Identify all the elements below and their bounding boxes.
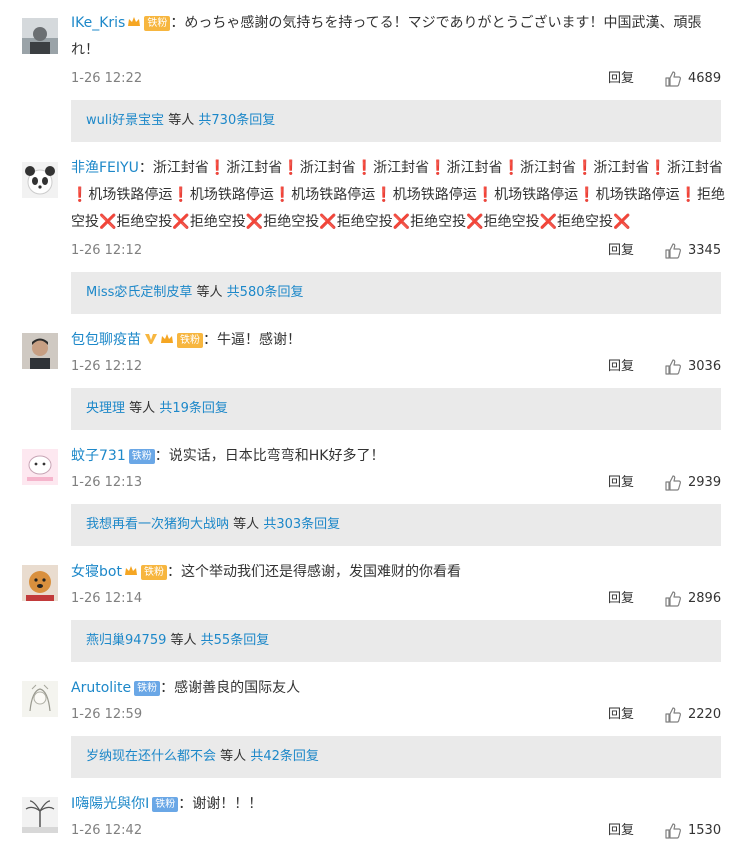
user-avatar[interactable]: [22, 681, 58, 717]
reply-button[interactable]: 回复: [608, 359, 634, 375]
comment-content: 谢谢！！！: [192, 796, 263, 812]
like-count: 2896: [688, 591, 722, 606]
user-avatar[interactable]: [22, 162, 58, 198]
cartoon-avatar-icon: [22, 449, 58, 485]
comment-text-block: 包包聊疫苗 铁粉 ：牛逼！感谢！: [71, 332, 301, 348]
user-avatar[interactable]: [22, 333, 58, 369]
reply-username[interactable]: Miss宓氏定制皮草: [86, 285, 192, 300]
comment-content: 感谢善良的国际友人: [174, 680, 301, 696]
reply-summary: 燕归巢94759 等人 共55条回复: [71, 620, 721, 662]
reply-button[interactable]: 回复: [608, 475, 634, 491]
like-count: 3036: [688, 359, 722, 374]
like-button[interactable]: 1530: [664, 822, 721, 840]
thumbs-up-icon: [664, 474, 682, 492]
username-link[interactable]: 非渔FEIYU: [71, 160, 139, 176]
reply-button[interactable]: 回复: [608, 591, 634, 607]
reply-button[interactable]: 回复: [608, 707, 634, 723]
tiefen-badge: 铁粉: [144, 16, 171, 31]
like-button[interactable]: 3036: [664, 358, 721, 376]
comment-text-block: 蚊子731 铁粉 ：说实话，日本比弯弯和HK好多了！: [71, 448, 385, 464]
tiefen-badge: 铁粉: [140, 565, 167, 580]
comment-time: 1-26 12:42: [71, 823, 143, 838]
thumbs-up-icon: [664, 590, 682, 608]
reply-summary: Miss宓氏定制皮草 等人 共580条回复: [71, 272, 721, 314]
like-button[interactable]: 2896: [664, 590, 721, 608]
comment-content: 这个举动我们还是得感谢，发国难财的你看看: [180, 564, 461, 580]
reply-username[interactable]: 岁纳现在还什么都不会: [86, 749, 216, 764]
crown-icon: [127, 15, 141, 29]
comment-time: 1-26 12:14: [71, 591, 143, 606]
reply-summary: 我想再看一次猪狗大战呐 等人 共303条回复: [71, 504, 721, 546]
thumbs-up-icon: [664, 242, 682, 260]
user-avatar[interactable]: [22, 449, 58, 485]
reply-button[interactable]: 回复: [608, 71, 634, 87]
reply-summary: wuli好景宝宝 等人 共730条回复: [71, 100, 721, 142]
comment-content: 牛逼！感谢！: [217, 332, 301, 348]
reply-button[interactable]: 回复: [608, 243, 634, 259]
username-link[interactable]: 包包聊疫苗: [71, 332, 141, 348]
tiefen-badge: 铁粉: [134, 681, 161, 696]
like-button[interactable]: 3345: [664, 242, 721, 260]
username-link[interactable]: 蚊子731: [71, 448, 126, 464]
tiefen-badge: 铁粉: [152, 797, 179, 812]
like-count: 1530: [688, 823, 722, 838]
reply-count-link[interactable]: 共55条回复: [201, 633, 270, 648]
comment-text-block: IKe_Kris 铁粉 ：めっちゃ感謝の気持ちを持ってる！マジでありがとうございます…: [71, 15, 702, 58]
avatar-photo-icon: [22, 333, 58, 369]
thumbs-up-icon: [664, 70, 682, 88]
comment-time: 1-26 12:13: [71, 475, 143, 490]
like-count: 2939: [688, 475, 722, 490]
reply-button[interactable]: 回复: [608, 823, 634, 839]
avatar-photo-icon: [22, 18, 58, 54]
username-link[interactable]: IKe_Kris: [71, 15, 125, 31]
like-count: 3345: [688, 243, 722, 258]
reply-username[interactable]: 央理理: [86, 401, 125, 416]
comment-feed: IKe_Kris 铁粉 ：めっちゃ感謝の気持ちを持ってる！マジでありがとうございます…: [0, 0, 744, 848]
comment-time: 1-26 12:12: [71, 359, 143, 374]
like-button[interactable]: 2939: [664, 474, 721, 492]
sketch-avatar-icon: [22, 681, 58, 717]
reply-count-link[interactable]: 共19条回复: [159, 401, 228, 416]
dog-avatar-icon: [22, 565, 58, 601]
comment-text-block: Arutolite 铁粉 ：感谢善良的国际友人: [71, 680, 301, 696]
username-link[interactable]: I嗨陽光與你I: [71, 796, 149, 812]
tiefen-badge: 铁粉: [177, 333, 203, 348]
username-link[interactable]: Arutolite: [71, 680, 131, 696]
palm-avatar-icon: [22, 797, 58, 833]
reply-summary: 央理理 等人 共19条回复: [71, 388, 721, 430]
user-avatar[interactable]: [22, 565, 58, 601]
reply-count-link[interactable]: 共730条回复: [198, 113, 275, 128]
comment-text-block: 非渔FEIYU：浙江封省❗浙江封省❗浙江封省❗浙江封省❗浙江封省❗浙江封省❗浙江…: [71, 160, 726, 230]
user-avatar[interactable]: [22, 797, 58, 833]
thumbs-up-icon: [664, 358, 682, 376]
panda-avatar-icon: [22, 162, 58, 198]
user-avatar[interactable]: [22, 18, 58, 54]
comment-content: 说实话，日本比弯弯和HK好多了！: [168, 448, 385, 464]
comment-time: 1-26 12:22: [71, 71, 143, 86]
like-count: 4689: [688, 71, 722, 86]
reply-summary: 岁纳现在还什么都不会 等人 共42条回复: [71, 736, 721, 778]
crown-icon: [124, 564, 138, 578]
reply-count-link[interactable]: 共303条回复: [263, 517, 340, 532]
like-button[interactable]: 2220: [664, 706, 721, 724]
reply-username[interactable]: 燕归巢94759: [86, 633, 166, 648]
like-button[interactable]: 4689: [664, 70, 721, 88]
reply-count-link[interactable]: 共42条回复: [250, 749, 319, 764]
tiefen-badge: 铁粉: [128, 449, 155, 464]
thumbs-up-icon: [664, 822, 682, 840]
crown-icon: [160, 332, 174, 346]
comment-text-block: 女寝bot 铁粉 ：这个举动我们还是得感谢，发国难财的你看看: [71, 564, 461, 580]
reply-username[interactable]: wuli好景宝宝: [86, 113, 164, 128]
like-count: 2220: [688, 707, 722, 722]
comment-time: 1-26 12:12: [71, 243, 143, 258]
username-link[interactable]: 女寝bot: [71, 564, 122, 580]
comment-time: 1-26 12:59: [71, 707, 143, 722]
reply-username[interactable]: 我想再看一次猪狗大战呐: [86, 517, 229, 532]
comment-content: 浙江封省❗浙江封省❗浙江封省❗浙江封省❗浙江封省❗浙江封省❗浙江封省❗浙江封省❗…: [71, 160, 726, 230]
verified-v-icon: [144, 332, 158, 346]
reply-count-link[interactable]: 共580条回复: [227, 285, 304, 300]
comment-text-block: I嗨陽光與你I 铁粉 ：谢谢！！！: [71, 796, 263, 812]
thumbs-up-icon: [664, 706, 682, 724]
